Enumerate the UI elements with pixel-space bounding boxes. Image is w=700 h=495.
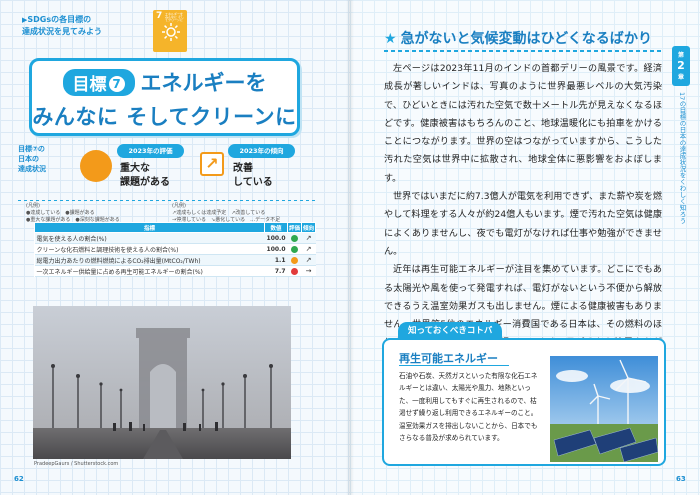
evaluation-heading: 2023年の評価 bbox=[117, 144, 184, 158]
page-number-left: 62 bbox=[14, 475, 24, 483]
goal-title-box: 目標 7 エネルギーを みんなに そしてクリーンに bbox=[29, 58, 300, 136]
evaluation-text: 重大な 課題がある bbox=[120, 163, 170, 188]
evaluation-dot bbox=[291, 245, 298, 253]
trend-text: 改善 している bbox=[233, 163, 273, 188]
paragraph: 左ページは2023年11月のインドの首都デリーの風景です。経済成長が著しいインド… bbox=[384, 64, 662, 184]
glossary-underline bbox=[399, 365, 509, 366]
section-title: ★ 急がないと気候変動はひどくなるばかり bbox=[384, 31, 653, 47]
photo-credit: PradeepGaurs / Shutterstock.com bbox=[34, 461, 119, 467]
goal-title-line1: エネルギーを bbox=[140, 71, 267, 95]
delhi-smog-photo bbox=[33, 306, 291, 459]
paragraph: 世界ではいまだに約7.3億人が電気を利用できず、また薪や炭を燃やして料理をする人… bbox=[384, 192, 662, 257]
chapter-tab: 第 2 章 bbox=[672, 46, 690, 86]
table-row: クリーンな化石燃料と調理技術を使える人の割合(%) 100.0 ↗ bbox=[34, 243, 316, 255]
goal-title-line2: みんなに そしてクリーンに bbox=[32, 105, 297, 129]
page-number-right: 63 bbox=[676, 475, 686, 483]
table-row: 一次エネルギー供給量に占める再生可能エネルギーの割合(%) 7.7 → bbox=[34, 265, 316, 277]
status-label: 目標⑦の 日本の 達成状況 bbox=[18, 145, 46, 173]
goal-badge: 目標 7 bbox=[62, 68, 135, 96]
sun-icon bbox=[162, 23, 180, 41]
header-value: 数値 bbox=[264, 222, 288, 233]
intro-heading: ▶SDGsの各目標の 達成状況を見てみよう bbox=[22, 15, 102, 36]
indicator-table: 指標 数値 評価 傾向 電気を使える人の割合(%) 100.0 ↗ クリーンな化… bbox=[33, 222, 316, 277]
trend-legend: (凡例) ↗達成もしくは達成予定 ↗改善している →停滞している ↘悪化している… bbox=[172, 203, 281, 223]
trend-heading: 2023年の傾向 bbox=[228, 144, 295, 158]
star-icon: ★ bbox=[384, 31, 397, 47]
evaluation-dot bbox=[291, 256, 298, 264]
table-row: 電気を使える人の割合(%) 100.0 ↗ bbox=[34, 232, 316, 244]
header-indicator: 指標 bbox=[33, 222, 266, 233]
evaluation-dot bbox=[291, 267, 298, 275]
table-row: 総電力出力あたりの燃料燃焼によるCO₂排出量(MtCO₂/TWh) 1.1 ↗ bbox=[34, 254, 316, 266]
wind-solar-photo bbox=[550, 356, 658, 462]
header-trend: 傾向 bbox=[301, 222, 316, 233]
divider bbox=[18, 200, 318, 201]
evaluation-orange-dot bbox=[80, 150, 112, 182]
header-evaluation: 評価 bbox=[287, 222, 302, 233]
evaluation-dot bbox=[291, 234, 298, 242]
title-underline bbox=[384, 50, 664, 52]
chapter-title-vertical: 17の目標の日本の達成状況をくわしく知ろう bbox=[678, 92, 686, 224]
glossary-text: 石油や石炭、天然ガスといった有限な化石エネルギーとは違い、太陽光や風力、地熱とい… bbox=[399, 372, 538, 443]
sdg-goal-7-icon: 7 エネルギーをみんなに そしてクリーンに bbox=[153, 10, 187, 52]
evaluation-legend: (凡例) ●達成している ●課題がある ●重大な課題がある ●深刻な課題がある bbox=[26, 203, 120, 223]
glossary-term: 再生可能エネルギー bbox=[399, 352, 498, 365]
book-gutter bbox=[346, 0, 354, 495]
glossary-tab: 知っておくべきコトバ bbox=[398, 322, 503, 340]
arrow-up-right-icon: ↗ bbox=[200, 152, 224, 176]
